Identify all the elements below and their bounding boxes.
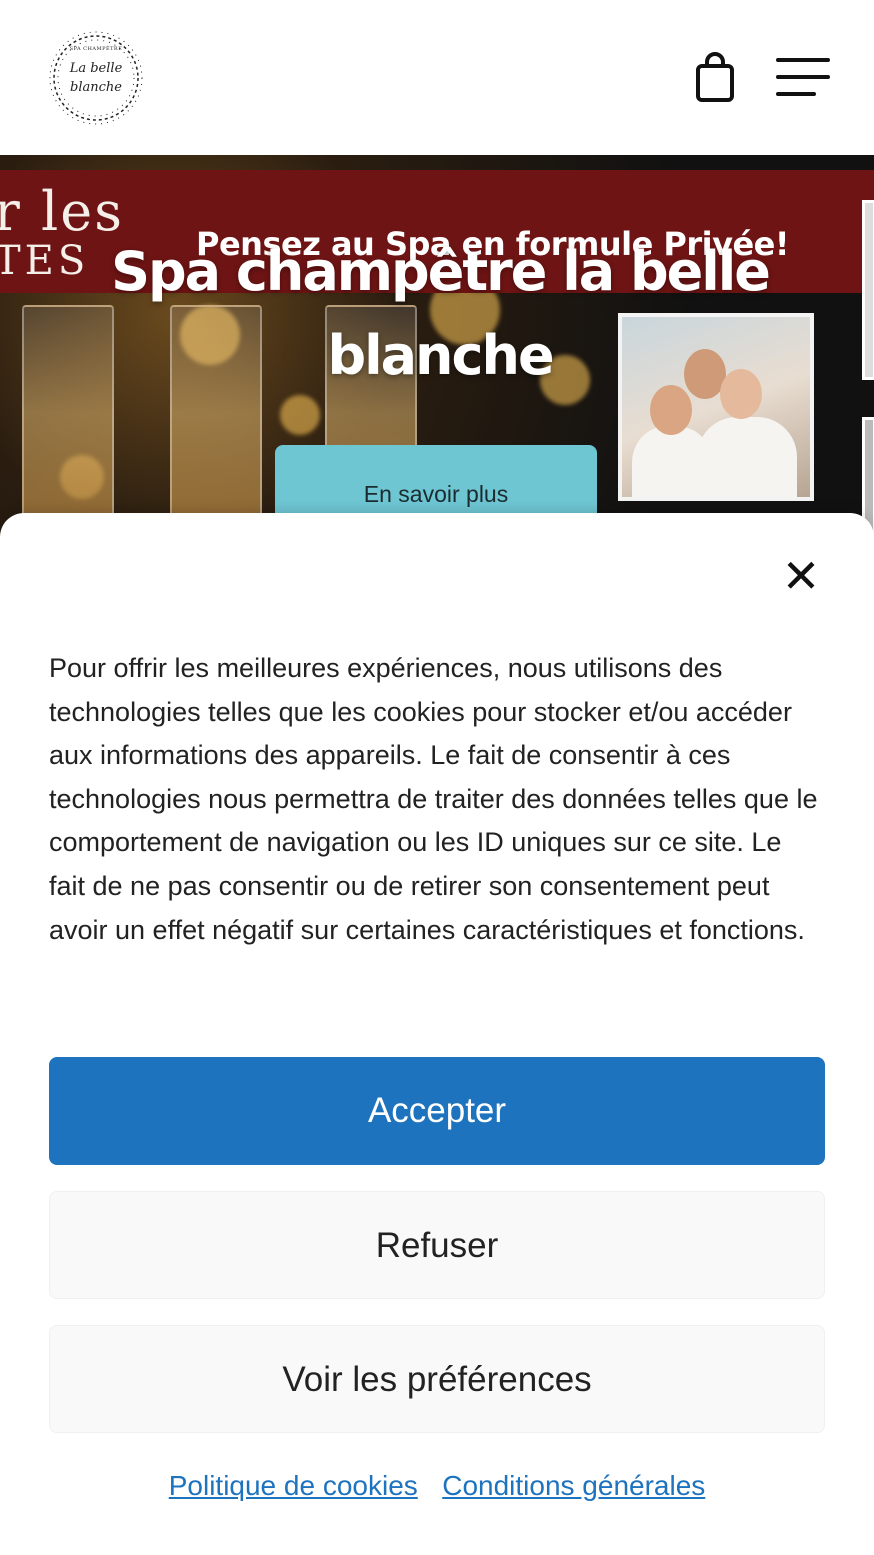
hamburger-line xyxy=(776,75,830,79)
side-image xyxy=(862,200,874,380)
shopping-bag-icon xyxy=(696,52,734,102)
cart-button[interactable] xyxy=(694,52,738,104)
laurel-wreath-icon xyxy=(49,31,143,125)
hamburger-line xyxy=(776,92,816,96)
hero-banner: r les TES Pensez au Spa en formule Privé… xyxy=(0,155,874,555)
close-icon[interactable]: ✕ xyxy=(778,553,824,599)
hero-title: Spa champêtre la belle blanche xyxy=(111,240,771,387)
menu-button[interactable] xyxy=(776,58,832,98)
site-header: SPA CHAMPÊTRE La belle blanche xyxy=(0,0,874,155)
consent-message: Pour offrir les meilleures expériences, … xyxy=(49,653,818,945)
cookie-consent-modal: ✕ Pour offrir les meilleures expériences… xyxy=(0,513,874,1555)
logo-tagline: SPA CHAMPÊTRE xyxy=(69,46,123,52)
logo-name-line1: La belle xyxy=(69,61,123,76)
photo-figure xyxy=(697,417,797,497)
view-preferences-button[interactable]: Voir les préférences xyxy=(49,1325,825,1433)
logo-name-line2: blanche xyxy=(70,80,122,95)
hamburger-menu-icon xyxy=(776,58,830,62)
cookie-policy-link[interactable]: Politique de cookies xyxy=(169,1470,418,1501)
accept-button[interactable]: Accepter xyxy=(49,1057,825,1165)
refuse-button[interactable]: Refuser xyxy=(49,1191,825,1299)
bokeh-light xyxy=(280,395,320,435)
terms-link[interactable]: Conditions générales xyxy=(442,1470,705,1501)
policy-links: Politique de cookies Conditions générale… xyxy=(0,1470,874,1502)
site-logo[interactable]: SPA CHAMPÊTRE La belle blanche xyxy=(46,28,146,128)
